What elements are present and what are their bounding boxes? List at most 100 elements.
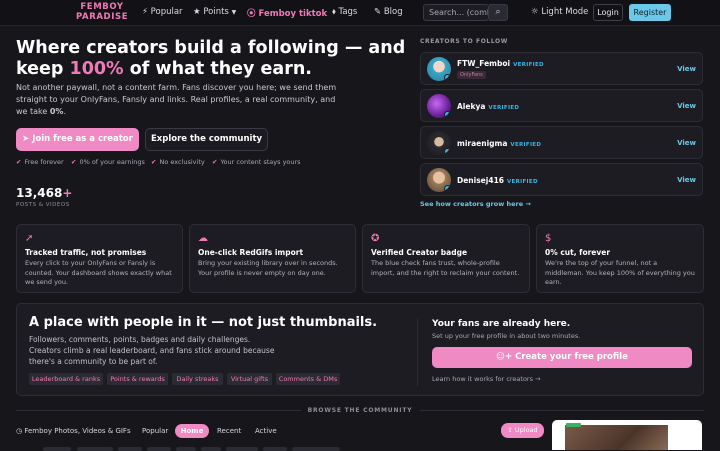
send-icon: ➤ (22, 134, 30, 144)
tag-chip[interactable] (292, 447, 340, 451)
check-icon: ✔ (151, 158, 157, 166)
register-button[interactable]: Register (629, 4, 671, 21)
perk-item: ✔ No exclusivity (151, 158, 205, 166)
nav-blog[interactable]: ✎ Blog (374, 7, 403, 17)
tag-chip[interactable] (77, 447, 113, 451)
tab-popular[interactable]: Popular (142, 427, 168, 435)
view-creator-link[interactable]: View (677, 102, 696, 110)
feature-title: 0% cut, forever (545, 248, 611, 257)
star-icon: ★ (193, 7, 201, 17)
tag-chip[interactable] (118, 447, 142, 451)
upload-label: Upload (514, 426, 538, 434)
tag-chip[interactable] (263, 447, 287, 451)
creator-name-text: miraenigma (457, 139, 508, 148)
posts-count-plus: + (62, 186, 73, 200)
logo-line2: PARADISE (76, 11, 129, 22)
onlyfans-badge: OnlyFans (457, 71, 486, 79)
creator-card[interactable]: Denisej416 VERIFIED View (420, 163, 703, 196)
join-creator-button[interactable]: ➤ Join free as a creator (16, 128, 139, 151)
tab-active[interactable]: Active (255, 427, 277, 435)
feature-desc: Bring your existing library over in seco… (198, 259, 338, 277)
site-logo[interactable]: FEMBOY PARADISE (76, 2, 129, 22)
tag-chip[interactable] (226, 447, 258, 451)
tag-chip[interactable] (147, 447, 171, 451)
feature-tag: Comments & DMs (276, 373, 340, 385)
trend-icon: ⚡ (142, 7, 148, 17)
tag-chip[interactable] (43, 447, 71, 451)
posts-count: 13,468+ (16, 186, 72, 200)
view-creator-link[interactable]: View (677, 65, 696, 73)
tab-home[interactable]: Home (175, 424, 209, 438)
creator-name-text: FTW_Femboi (457, 59, 511, 68)
explore-community-button[interactable]: Explore the community (145, 128, 268, 151)
view-creator-link[interactable]: View (677, 139, 696, 147)
cloud-upload-icon: ☁ (198, 233, 208, 244)
join-creator-label: Join free as a creator (32, 134, 133, 144)
search-button[interactable]: ⌕ (489, 4, 508, 21)
section-title: ◷ Femboy Photos, Videos & GIFs (16, 427, 131, 435)
creator-name: miraenigma VERIFIED (457, 139, 541, 148)
search-input[interactable]: Search... (coml (423, 4, 489, 21)
view-creator-link[interactable]: View (677, 176, 696, 184)
search-icon: ⌕ (495, 7, 501, 17)
nav-blog-label: Blog (383, 7, 403, 17)
login-button[interactable]: Login (593, 4, 623, 21)
nav-femboy-tiktok[interactable]: ⦿ Femboy tiktok (247, 7, 327, 19)
light-mode-toggle[interactable]: ☼ Light Mode (531, 7, 588, 17)
community-desc: Followers, comments, points, badges and … (29, 335, 275, 366)
check-icon: ✔ (71, 158, 77, 166)
user-plus-icon: ☺+ (496, 352, 513, 362)
learn-how-link[interactable]: Learn how it works for creators → (432, 375, 541, 383)
upload-button[interactable]: ⇧ Upload (501, 423, 544, 438)
section-title-label: Femboy Photos, Videos & GIFs (24, 427, 131, 435)
community-title: A place with people in it — not just thu… (29, 315, 378, 330)
hero-intro-bold: 0% (49, 107, 64, 116)
creator-name: FTW_Femboi VERIFIED (457, 59, 544, 68)
verified-check-icon (444, 148, 451, 155)
creator-name: Denisej416 VERIFIED (457, 176, 538, 185)
check-icon: ✔ (212, 158, 218, 166)
avatar (427, 57, 451, 81)
creator-card[interactable]: miraenigma VERIFIED View (420, 126, 703, 159)
nav-popular-label: Popular (150, 7, 183, 17)
avatar (427, 131, 451, 155)
thumbnail-image (565, 425, 668, 450)
feature-title: Tracked traffic, not promises (25, 248, 147, 257)
creator-card[interactable]: Alekya VERIFIED View (420, 89, 703, 122)
feature-desc: Every click to your OnlyFans or Fansly i… (25, 259, 172, 286)
fans-title: Your fans are already here. (432, 319, 571, 329)
creator-card[interactable]: FTW_Femboi VERIFIED OnlyFans View (420, 52, 703, 85)
feature-card: ✪ Verified Creator badge The blue check … (362, 224, 530, 293)
hero-intro: Not another paywall, not a content farm.… (16, 82, 346, 118)
feature-desc: We're the top of your funnel, not a midd… (545, 259, 695, 286)
cursor-icon: ➚ (25, 233, 34, 244)
verified-label: VERIFIED (513, 62, 544, 68)
verified-label: VERIFIED (488, 105, 520, 111)
feature-tag: Points & rewards (107, 373, 168, 385)
create-profile-button[interactable]: ☺+ Create your free profile (432, 347, 692, 368)
creator-name: Alekya VERIFIED (457, 102, 519, 111)
light-mode-label: Light Mode (541, 7, 589, 17)
tab-recent[interactable]: Recent (217, 427, 241, 435)
check-icon: ✔ (16, 158, 22, 166)
post-thumbnail[interactable] (552, 420, 702, 450)
perk-label: No exclusivity (159, 158, 205, 166)
avatar (427, 94, 451, 118)
feature-title: Verified Creator badge (371, 248, 468, 257)
verified-check-icon (444, 74, 451, 81)
perk-label: Free forever (24, 158, 64, 166)
grow-link[interactable]: See how creators grow here → (420, 200, 531, 208)
hero-title-part2: of what they earn. (123, 59, 312, 79)
hero-title: Where creators build a following — and k… (16, 38, 406, 80)
nav-popular[interactable]: ⚡ Popular (142, 7, 183, 17)
feature-tag: Virtual gifts (227, 373, 272, 385)
nav-points[interactable]: ★ Points ▼ (193, 7, 236, 17)
nav-tags[interactable]: ⬧ Tags (332, 7, 357, 17)
record-icon: ⦿ (247, 9, 256, 19)
nav-points-label: Points (203, 7, 229, 17)
tag-chip[interactable] (176, 447, 196, 451)
feature-title: One-click RedGifs import (198, 248, 304, 257)
tag-chip[interactable] (201, 447, 221, 451)
chevron-down-icon: ▼ (231, 9, 237, 16)
feature-tag: Leaderboard & ranks (29, 373, 103, 385)
